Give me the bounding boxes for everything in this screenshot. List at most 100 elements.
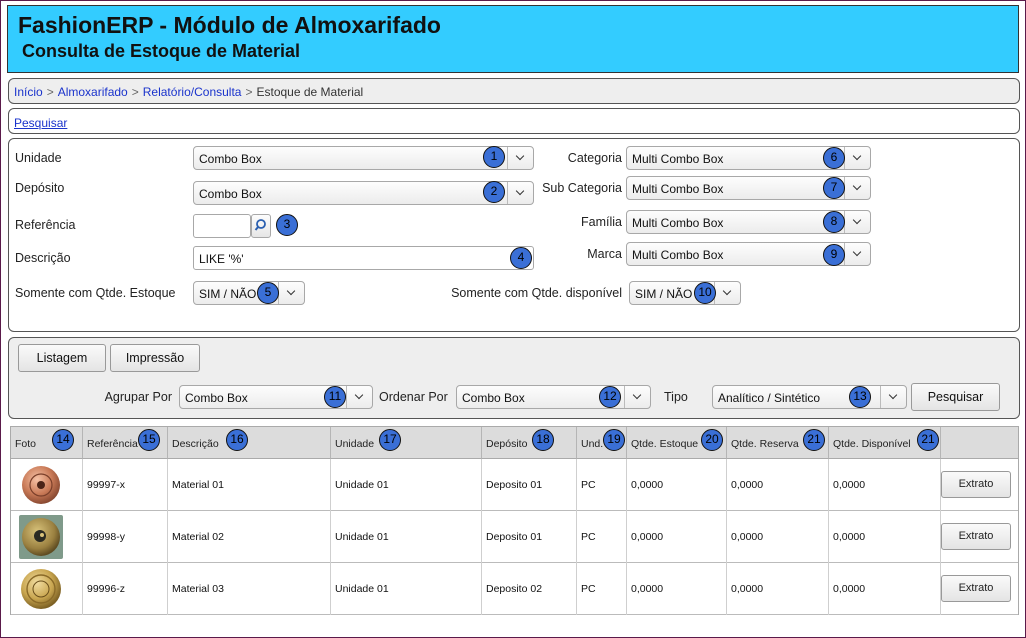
deposito-cell: Deposito 02 [486,583,543,595]
photo-cell [11,511,83,563]
column-header-descricao[interactable]: Descrição [168,427,331,459]
referencia-input[interactable] [193,214,251,238]
qtde-reserva-cell: 0,0000 [731,531,764,543]
callout-badge: 1 [483,146,505,168]
sub-categoria-label: Sub Categoria [542,181,622,195]
categoria-label: Categoria [567,151,622,165]
callout-badge: 13 [849,386,871,408]
descricao-value: LIKE '%' [199,252,244,266]
callout-badge: 14 [52,429,74,451]
listagem-button[interactable]: Listagem [18,344,106,372]
chevron-down-icon[interactable] [844,211,870,233]
callout-badge: 8 [823,211,845,233]
chevron-down-icon[interactable] [278,282,304,304]
chevron-down-icon[interactable] [880,386,906,408]
categoria-value: Multi Combo Box [632,152,724,166]
callout-badge: 5 [257,282,279,304]
extrato-button[interactable]: Extrato [941,575,1011,602]
callout-badge: 12 [599,386,621,408]
breadcrumb-separator: > [131,85,139,99]
chevron-down-icon[interactable] [844,243,870,265]
page-title: Consulta de Estoque de Material [22,41,301,61]
column-header-deposito[interactable]: Depósito [482,427,577,459]
referencia-cell: 99996-z [87,583,125,595]
breadcrumb: Início > Almoxarifado > Relatório/Consulta > E… [8,78,1020,104]
agrupar-label: Agrupar Por [104,390,172,404]
extrato-button[interactable]: Extrato [941,523,1011,550]
callout-badge: 6 [823,147,845,169]
app-header: FashionERP - Módulo de Almoxarifado Cons… [7,5,1019,73]
breadcrumb-almoxarifado[interactable]: Almoxarifado [58,85,128,99]
unidade-cell: Unidade 01 [335,583,389,595]
marca-label: Marca [587,247,622,261]
callout-badge: 16 [226,429,248,451]
tipo-label: Tipo [664,390,688,404]
table-row[interactable]: 99998-y Material 02 Unidade 01 Deposito … [11,511,1018,563]
unidade-cell: Unidade 01 [335,531,389,543]
callout-badge: 10 [694,282,716,304]
referencia-cell: 99997-x [87,479,125,491]
qtde-disponivel-cell: 0,0000 [833,583,866,595]
chevron-down-icon[interactable] [346,386,372,408]
breadcrumb-current: Estoque de Material [256,85,364,99]
ordenar-select[interactable]: Combo Box [456,385,651,409]
photo-cell [11,563,83,615]
search-icon [254,219,266,231]
qtde-reserva-cell: 0,0000 [731,583,764,595]
descricao-cell: Material 03 [172,583,224,595]
somente-estoque-label: Somente com Qtde. Estoque [15,286,176,300]
unidade-cell: Unidade 01 [335,479,389,491]
callout-badge: 21 [917,429,939,451]
breadcrumb-separator: > [46,85,54,99]
marca-value: Multi Combo Box [632,248,724,262]
agrupar-value: Combo Box [185,391,248,405]
search-link[interactable]: Pesquisar [14,116,67,130]
familia-label: Família [581,215,622,229]
callout-badge: 15 [138,429,160,451]
callout-badge: 20 [701,429,723,451]
qtde-estoque-cell: 0,0000 [631,583,664,595]
qtde-disponivel-cell: 0,0000 [833,479,866,491]
deposito-cell: Deposito 01 [486,479,543,491]
chevron-down-icon[interactable] [844,177,870,199]
referencia-cell: 99998-y [87,531,125,543]
breadcrumb-separator: > [245,85,253,99]
somente-disponivel-value: SIM / NÃO [635,287,693,301]
familia-value: Multi Combo Box [632,216,724,230]
chevron-down-icon[interactable] [624,386,650,408]
und-cell: PC [581,583,596,595]
impressao-button[interactable]: Impressão [110,344,200,372]
extrato-button[interactable]: Extrato [941,471,1011,498]
ordenar-label: Ordenar Por [379,390,448,404]
tipo-select[interactable]: Analítico / Sintético [712,385,907,409]
pesquisar-button[interactable]: Pesquisar [911,383,1000,411]
product-photo-button-brass [19,515,63,559]
callout-badge: 19 [603,429,625,451]
column-header-unidade[interactable]: Unidade [331,427,482,459]
callout-badge: 17 [379,429,401,451]
column-header-actions [941,427,1018,459]
somente-disponivel-label: Somente com Qtde. disponível [451,286,622,300]
somente-estoque-select[interactable]: SIM / NÃO [193,281,305,305]
descricao-cell: Material 01 [172,479,224,491]
breadcrumb-relatorio[interactable]: Relatório/Consulta [143,85,242,99]
chevron-down-icon[interactable] [844,147,870,169]
qtde-estoque-cell: 0,0000 [631,531,664,543]
breadcrumb-inicio[interactable]: Início [14,85,43,99]
qtde-reserva-cell: 0,0000 [731,479,764,491]
descricao-cell: Material 02 [172,531,224,543]
chevron-down-icon[interactable] [714,282,740,304]
somente-disponivel-select[interactable]: SIM / NÃO [629,281,741,305]
unidade-value: Combo Box [199,152,262,166]
descricao-input[interactable]: LIKE '%' [193,246,534,270]
descricao-label: Descrição [15,251,71,265]
callout-badge: 18 [532,429,554,451]
table-row[interactable]: 99996-z Material 03 Unidade 01 Deposito … [11,563,1018,615]
deposito-label: Depósito [15,181,65,195]
deposito-cell: Deposito 01 [486,531,543,543]
qtde-disponivel-cell: 0,0000 [833,531,866,543]
callout-badge: 21 [803,429,825,451]
lookup-button[interactable] [251,214,271,238]
product-photo-button-copper [22,466,60,504]
table-row[interactable]: 99997-x Material 01 Unidade 01 Deposito … [11,459,1018,511]
